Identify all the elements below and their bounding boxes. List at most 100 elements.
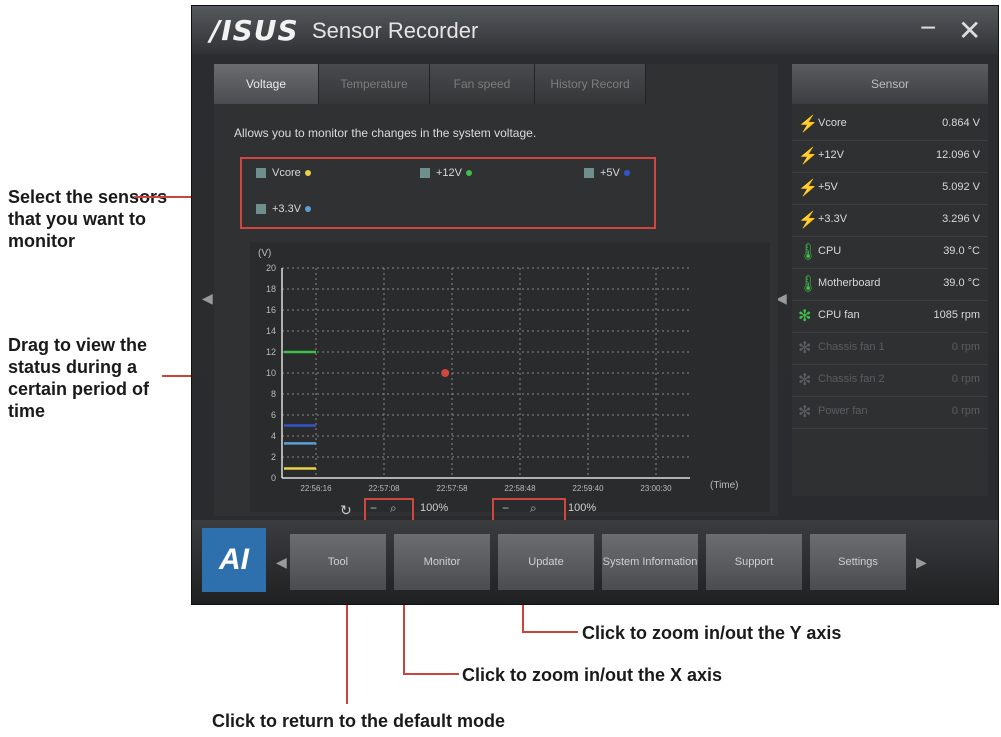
x-tick-label: 22:57:08 [368,484,400,493]
voltage-chart[interactable]: 0 2 4 6 8 10 12 14 16 18 20 22:56:16 22:57:08 22:57:5… [250,242,770,512]
sensor-name: Vcore [818,117,847,129]
sensor-selection-box: Vcore +12V +5V +3.3V [240,157,656,229]
y-zoom-in-icon[interactable]: ⌕ [530,501,537,516]
color-dot-icon [305,206,312,213]
tab-voltage[interactable]: Voltage [214,64,319,104]
sensor-value: 0 rpm [951,341,980,353]
y-zoom-out-icon[interactable]: − [502,501,509,515]
callout-line-zoom-x-h [403,673,459,675]
y-tick-label: 6 [271,410,276,420]
nav-support[interactable]: Support [706,534,802,590]
sensor-type-icon: ⚡ [798,148,818,165]
close-button[interactable]: ✕ [958,14,981,47]
sensor-value: 1085 rpm [933,309,980,321]
sensor-name: CPU fan [818,309,860,321]
sensor-type-icon: ✻ [798,340,812,357]
sensor-value: 0.864 V [942,117,980,129]
x-zoom-controls: − ⌕ [364,498,414,522]
sensor-name: +12V [818,149,844,161]
sensor-type-icon: ✻ [798,372,812,389]
callout-line-select [134,196,192,198]
app-title: Sensor Recorder [312,18,479,43]
checkbox-5v[interactable]: +5V [584,167,630,179]
checkbox-3v3[interactable]: +3.3V [256,203,312,215]
checkbox-label: +3.3V [272,203,302,215]
sensor-name: CPU [818,245,842,257]
sensor-name: Power fan [818,405,868,417]
checkbox-label: +5V [600,167,620,179]
y-zoom-value: 100% [568,502,597,514]
sensor-name: Chassis fan 2 [818,373,885,385]
x-tick-label: 22:58:48 [504,484,536,493]
sensor-name: +3.3V [818,213,848,225]
y-zoom-controls: − ⌕ [492,498,566,522]
checkbox-icon [420,168,430,179]
sensor-type-icon: ⚡ [798,116,818,133]
x-tick-label: 23:00:30 [640,484,672,493]
sensor-value: 5.092 V [942,181,980,193]
x-zoom-value: 100% [420,502,449,514]
nav-update[interactable]: Update [498,534,594,590]
y-axis-label: (V) [258,248,271,259]
checkbox-label: Vcore [272,167,301,179]
nav-settings[interactable]: Settings [810,534,906,590]
sensor-type-icon: ✻ [798,308,812,325]
y-tick-label: 12 [266,347,276,357]
checkbox-vcore[interactable]: Vcore [256,167,311,179]
callout-default-mode: Click to return to the default mode [212,711,506,731]
sensor-recorder-window: /ISUS Sensor Recorder − ✕ ◀ ◀ Voltage Te… [192,6,998,604]
chart-background [250,242,770,512]
callout-zoom-y: Click to zoom in/out the Y axis [582,623,842,643]
sensor-row: 🌡 CPU 39.0 °C [792,236,988,269]
panel-description: Allows you to monitor the changes in the… [234,126,537,140]
asus-logo: /ISUS [210,14,299,47]
title-bar: /ISUS Sensor Recorder − ✕ [192,6,998,54]
sensor-type-icon: ✻ [798,404,812,421]
nav-system-information[interactable]: System Information [602,534,698,590]
nav-tool[interactable]: Tool [290,534,386,590]
callout-line-zoom-y-h [522,631,578,633]
callout-zoom-x: Click to zoom in/out the X axis [462,665,723,685]
tab-history-record[interactable]: History Record [535,64,646,104]
sensor-row: ✻ CPU fan 1085 rpm [792,300,988,333]
y-tick-label: 20 [266,263,276,273]
tab-temperature[interactable]: Temperature [319,64,430,104]
x-zoom-in-icon[interactable]: ⌕ [390,501,397,516]
drag-marker [441,369,450,377]
nav-right-arrow-icon[interactable]: ▶ [916,554,927,571]
x-tick-label: 22:56:16 [300,484,332,493]
color-dot-icon [466,170,472,177]
sensor-row: ⚡ Vcore 0.864 V [792,108,988,141]
bottom-nav-bar: AI ◀ Tool Monitor Update System Informat… [192,520,998,604]
sensor-row: ✻ Power fan 0 rpm [792,396,988,429]
y-tick-label: 16 [266,305,276,315]
x-zoom-out-icon[interactable]: − [370,501,377,515]
sensor-name: +5V [818,181,838,193]
x-tick-label: 22:59:40 [572,484,604,493]
tab-fan-speed[interactable]: Fan speed [430,64,535,104]
sensor-value: 3.296 V [942,213,980,225]
reset-default-mode-icon[interactable]: ↻ [340,502,352,519]
sensor-type-icon: ⚡ [798,212,818,229]
sensor-row: ✻ Chassis fan 2 0 rpm [792,364,988,397]
x-tick-label: 22:57:58 [436,484,468,493]
y-tick-label: 10 [266,368,276,378]
sensor-value: 12.096 V [935,149,980,161]
nav-monitor[interactable]: Monitor [394,534,490,590]
checkbox-12v[interactable]: +12V [420,167,472,179]
callout-drag-period: Drag to view the status during a certain… [8,335,150,421]
chart-grid [250,242,770,512]
checkbox-icon [256,204,266,215]
sensor-row: ⚡ +12V 12.096 V [792,140,988,173]
sensor-row: 🌡 Motherboard 39.0 °C [792,268,988,301]
checkbox-label: +12V [436,167,462,179]
y-tick-label: 4 [271,431,276,441]
nav-left-arrow-icon[interactable]: ◀ [276,554,287,571]
ai-suite-logo[interactable]: AI [202,528,266,592]
sensor-row: ⚡ +3.3V 3.296 V [792,204,988,237]
minimize-button[interactable]: − [920,12,936,44]
sensor-panel-header: Sensor [792,64,988,104]
y-tick-label: 8 [271,389,276,399]
color-dot-icon [623,170,630,177]
left-arrow-icon[interactable]: ◀ [202,290,213,307]
